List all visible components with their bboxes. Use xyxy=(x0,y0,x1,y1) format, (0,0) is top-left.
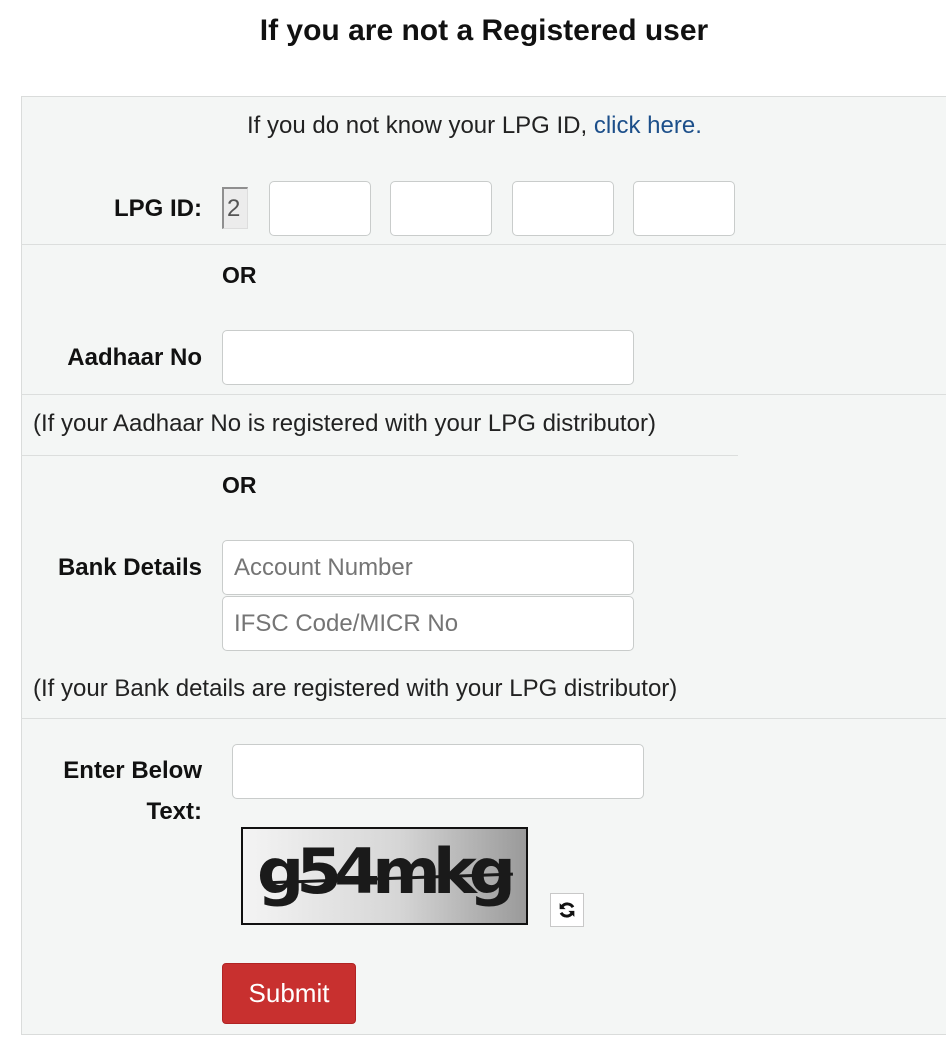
divider xyxy=(21,718,946,719)
divider xyxy=(21,455,738,456)
or-separator: OR xyxy=(222,262,257,288)
lpg-id-field-4[interactable] xyxy=(633,181,735,236)
lpg-id-field-2[interactable] xyxy=(390,181,492,236)
submit-button[interactable]: Submit xyxy=(222,963,356,1024)
bank-details-label: Bank Details xyxy=(57,554,202,581)
divider xyxy=(21,244,946,245)
captcha-label-line-1: Enter Below xyxy=(63,757,202,784)
lpg-id-label: LPG ID: xyxy=(114,195,202,222)
captcha-label-line-2: Text: xyxy=(146,798,202,825)
ifsc-micr-input[interactable] xyxy=(222,596,634,651)
click-here-link[interactable]: click here. xyxy=(594,112,702,139)
lpg-id-field-1[interactable] xyxy=(269,181,371,236)
bank-note: (If your Bank details are registered wit… xyxy=(33,675,678,702)
refresh-icon-glyph xyxy=(559,902,575,918)
aadhaar-input[interactable] xyxy=(222,330,634,385)
aadhaar-note: (If your Aadhaar No is registered with y… xyxy=(33,410,656,437)
refresh-icon[interactable] xyxy=(550,893,584,927)
lpg-help-line: If you do not know your LPG ID, click he… xyxy=(247,112,702,140)
page-title: If you are not a Registered user xyxy=(259,14,709,47)
captcha-image: g54mkg xyxy=(241,827,528,925)
or-separator: OR xyxy=(222,472,257,498)
aadhaar-label: Aadhaar No xyxy=(67,344,202,371)
lpg-help-text: If you do not know your LPG ID, xyxy=(247,112,594,139)
lpg-id-prefix: 2 xyxy=(222,187,248,229)
captcha-image-text: g54mkg xyxy=(257,834,516,909)
divider xyxy=(21,394,946,395)
account-number-input[interactable] xyxy=(222,540,634,595)
captcha-input[interactable] xyxy=(232,744,644,799)
lpg-id-field-3[interactable] xyxy=(512,181,614,236)
